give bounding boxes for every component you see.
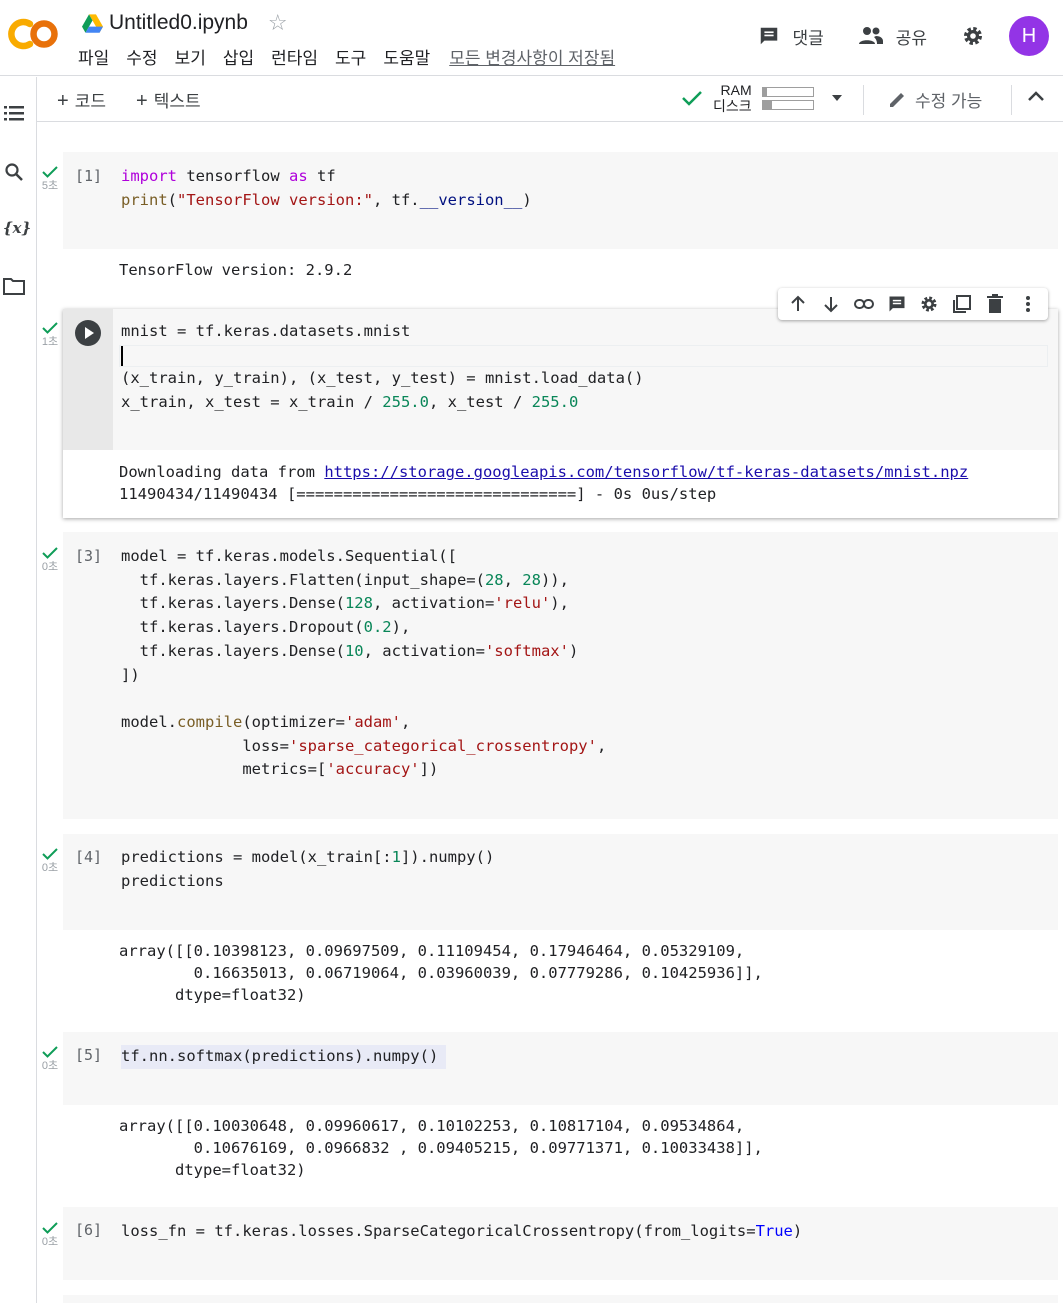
menu-runtime[interactable]: 런타임: [271, 44, 318, 69]
link-icon[interactable]: [853, 293, 875, 315]
move-up-icon[interactable]: [787, 293, 809, 315]
cell-output: array([[0.10030648, 0.09960617, 0.101022…: [119, 1115, 763, 1181]
search-icon[interactable]: [3, 161, 25, 183]
add-text-label: 텍스트: [153, 92, 201, 111]
caret-down-icon[interactable]: [830, 93, 844, 103]
exec-time: 5초: [41, 180, 59, 192]
chevron-up-icon[interactable]: [1027, 89, 1045, 103]
folder-icon[interactable]: [3, 275, 25, 297]
variables-icon[interactable]: {x}: [3, 217, 31, 239]
add-code-label: 코드: [74, 92, 106, 111]
pencil-icon: [890, 92, 904, 107]
code-editor[interactable]: mnist = tf.keras.datasets.mnist (x_train…: [121, 320, 644, 415]
cell-exec-status: 0초: [40, 1046, 60, 1073]
mirror-cell-icon[interactable]: [951, 293, 973, 315]
run-cell-button[interactable]: [75, 320, 101, 346]
cell-exec-status: 1초: [40, 322, 60, 349]
disk-usage-fill: [762, 100, 772, 109]
disk-label: 디스크: [713, 98, 752, 114]
notebook-toolbar: + 코드 + 텍스트 RAM 디스크 수정 가능: [37, 77, 1063, 122]
left-sidebar: {x}: [0, 77, 37, 1303]
app-header: Untitled0.ipynb ☆ 파일 수정 보기 삽입 런타임 도구 도움말…: [0, 0, 1063, 76]
code-editor[interactable]: import tensorflow as tf print("TensorFlo…: [121, 165, 532, 212]
colab-logo[interactable]: [6, 14, 60, 54]
people-icon: [858, 27, 883, 44]
plus-icon: +: [136, 90, 148, 112]
code-editor[interactable]: model = tf.keras.models.Sequential([ tf.…: [121, 545, 606, 782]
notebook-title[interactable]: Untitled0.ipynb: [109, 11, 248, 35]
cell-execution-count: [5]: [75, 1046, 103, 1064]
dataset-url-link[interactable]: https://storage.googleapis.com/tensorflo…: [324, 463, 968, 481]
delete-icon[interactable]: [984, 293, 1006, 315]
output-line: 0.16635013, 0.06719064, 0.03960039, 0.07…: [119, 964, 763, 982]
disk-usage-bar: [761, 99, 814, 110]
share-label: 공유: [895, 28, 927, 48]
output-line: 0.10676169, 0.0966832 , 0.09405215, 0.09…: [119, 1139, 763, 1157]
add-code-button[interactable]: + 코드: [57, 87, 106, 113]
cell-execution-count: [6]: [75, 1221, 103, 1239]
menu-view[interactable]: 보기: [175, 44, 206, 69]
cell-settings-gear-icon[interactable]: [918, 293, 940, 315]
comment-icon[interactable]: [886, 293, 908, 315]
menu-bar: 파일 수정 보기 삽입 런타임 도구 도움말 모든 변경사항이 저장됨: [78, 44, 632, 69]
ram-usage-fill: [762, 87, 767, 96]
menu-help[interactable]: 도움말: [383, 44, 430, 69]
cell-output: array([[0.10398123, 0.09697509, 0.111094…: [119, 940, 763, 1006]
menu-insert[interactable]: 삽입: [223, 44, 254, 69]
user-avatar[interactable]: H: [1009, 16, 1049, 56]
cell-execution-count: [1]: [75, 167, 103, 185]
ram-label: RAM: [720, 82, 752, 98]
cell-output: TensorFlow version: 2.9.2: [119, 261, 353, 279]
plus-icon: +: [57, 90, 69, 112]
move-down-icon[interactable]: [820, 293, 842, 315]
cell-exec-status: 0초: [40, 547, 60, 574]
download-text: Downloading data from: [119, 463, 325, 481]
add-text-button[interactable]: + 텍스트: [136, 87, 201, 113]
google-drive-icon[interactable]: [82, 13, 103, 33]
save-status-link[interactable]: 모든 변경사항이 저장됨: [449, 44, 615, 69]
code-editor[interactable]: loss_fn = tf.keras.losses.SparseCategori…: [121, 1220, 802, 1244]
cell-toolbar: [778, 288, 1048, 320]
download-progress: 11490434/11490434 [=====================…: [119, 485, 717, 503]
output-line: array([[0.10398123, 0.09697509, 0.111094…: [119, 942, 745, 960]
exec-time: 0초: [41, 862, 59, 874]
cell-execution-count: [4]: [75, 848, 103, 866]
more-options-icon[interactable]: [1017, 293, 1039, 315]
ram-usage-bar: [761, 86, 814, 97]
cell-exec-status: 5초: [40, 166, 60, 193]
code-editor[interactable]: tf.nn.softmax(predictions).numpy(): [121, 1045, 447, 1069]
output-line: array([[0.10030648, 0.09960617, 0.101022…: [119, 1117, 745, 1135]
cell-output: Downloading data from https://storage.go…: [119, 461, 968, 505]
cell-exec-status: 0초: [40, 1222, 60, 1249]
toolbar-divider: [1011, 85, 1012, 115]
edit-mode-label: 수정 가능: [915, 92, 983, 111]
toolbar-divider: [863, 85, 864, 115]
exec-time: 0초: [41, 1060, 59, 1072]
menu-file[interactable]: 파일: [78, 44, 109, 69]
cell-exec-status: 0초: [40, 848, 60, 875]
star-icon[interactable]: ☆: [268, 10, 288, 36]
table-of-contents-icon[interactable]: [3, 102, 25, 124]
exec-time: 0초: [41, 561, 59, 573]
exec-time: 0초: [41, 1236, 59, 1248]
comment-button[interactable]: 댓글: [758, 24, 824, 49]
code-cell[interactable]: [63, 1295, 1058, 1303]
comment-label: 댓글: [792, 28, 824, 48]
menu-tools[interactable]: 도구: [335, 44, 366, 69]
output-line: dtype=float32): [119, 986, 306, 1004]
cell-execution-count: [3]: [75, 547, 103, 565]
settings-gear-icon[interactable]: [961, 24, 985, 48]
share-button[interactable]: 공유: [858, 24, 927, 49]
resources-indicator[interactable]: RAM 디스크: [681, 82, 814, 114]
connected-check-icon: [682, 91, 702, 106]
menu-edit[interactable]: 수정: [126, 44, 157, 69]
code-editor[interactable]: predictions = model(x_train[:1]).numpy()…: [121, 846, 494, 893]
exec-time: 1초: [41, 336, 59, 348]
output-line: dtype=float32): [119, 1161, 306, 1179]
edit-mode-button[interactable]: 수정 가능: [887, 87, 982, 112]
comment-icon: [761, 27, 778, 45]
